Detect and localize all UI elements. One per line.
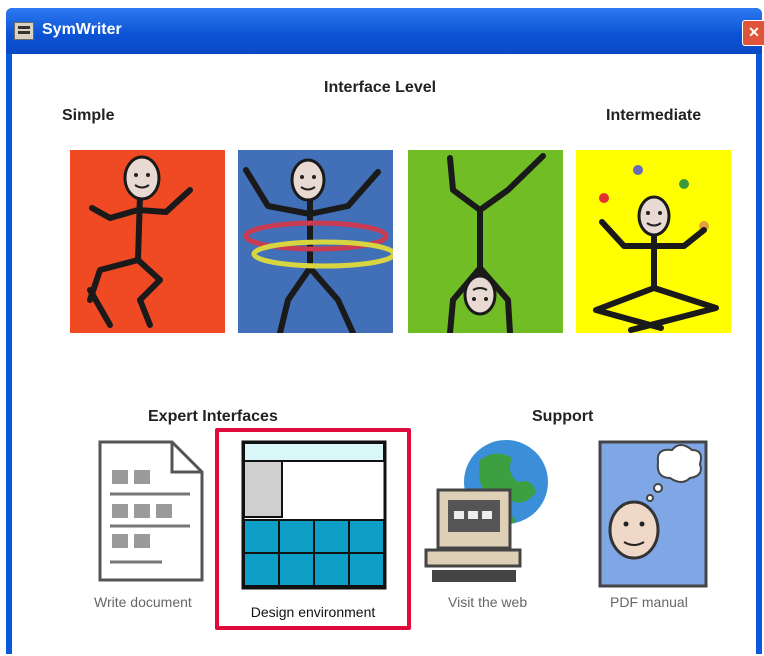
document-icon: [98, 440, 204, 582]
juggler-figure-icon: [576, 150, 731, 333]
write-document-tile[interactable]: Write document: [90, 438, 208, 618]
level-1-dancer-panel[interactable]: [70, 150, 225, 333]
visit-the-web-tile[interactable]: Visit the web: [420, 438, 550, 618]
layout-grid-icon: [241, 440, 387, 590]
design-environment-tile[interactable]: Design environment: [215, 428, 411, 630]
hula-hoop-figure-icon: [238, 150, 393, 333]
title-bar[interactable]: SymWriter ✕: [6, 8, 764, 54]
simple-label: Simple: [62, 107, 115, 124]
visit-the-web-label: Visit the web: [448, 594, 528, 610]
intermediate-label: Intermediate: [606, 107, 702, 124]
level-2-hula-hoop-panel[interactable]: [238, 150, 393, 333]
app-icon: [14, 22, 34, 40]
support-heading: Support: [532, 408, 594, 425]
level-3-handstand-panel[interactable]: [408, 150, 563, 333]
app-window: SymWriter ✕ Interface Level Simple Inter…: [6, 8, 764, 654]
handstand-figure-icon: [408, 150, 563, 333]
pdf-manual-label: PDF manual: [610, 594, 688, 610]
computer-globe-icon: [424, 440, 548, 582]
thinking-face-icon: [598, 440, 708, 588]
level-4-juggler-panel[interactable]: [576, 150, 731, 333]
expert-interfaces-heading: Expert Interfaces: [148, 408, 278, 425]
client-area: Interface Level Simple Intermediate Expe…: [12, 54, 756, 654]
dancer-figure-icon: [70, 150, 225, 333]
pdf-manual-tile[interactable]: PDF manual: [596, 438, 716, 618]
design-environment-label: Design environment: [250, 604, 376, 620]
window-title: SymWriter: [42, 21, 122, 38]
close-button[interactable]: ✕: [742, 20, 764, 46]
interface-level-heading: Interface Level: [324, 79, 437, 96]
write-document-label: Write document: [94, 594, 192, 610]
